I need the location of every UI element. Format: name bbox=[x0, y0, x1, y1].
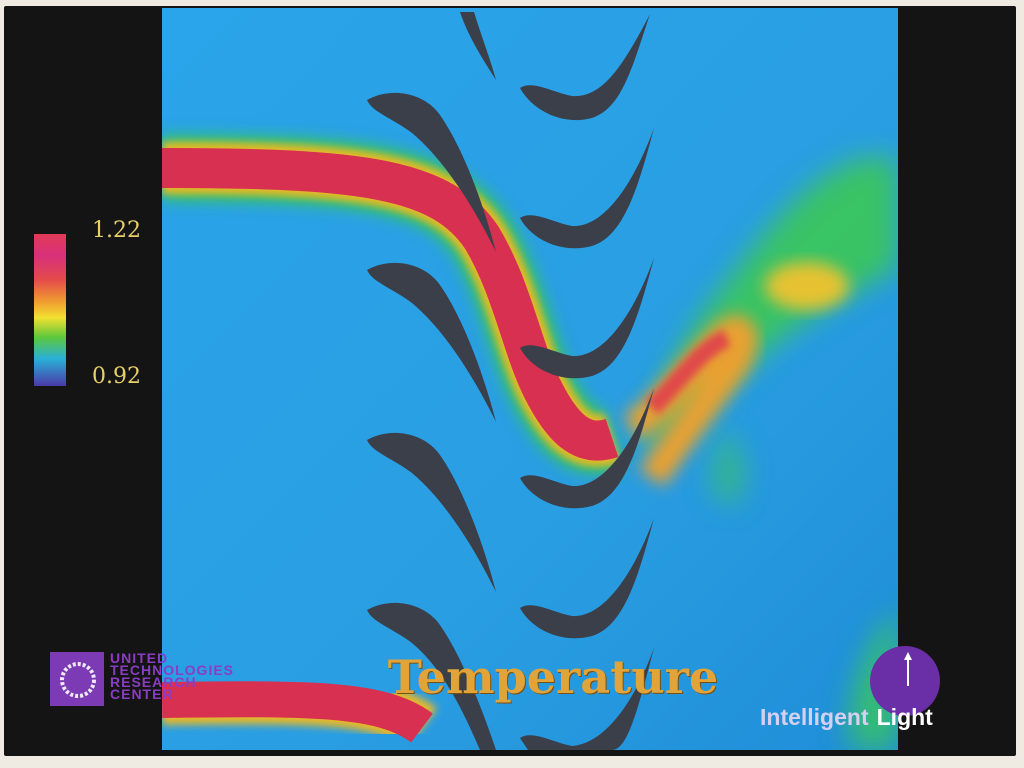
simulation-graphic bbox=[162, 8, 898, 750]
intelligent-light-logo-text: Intelligent Light bbox=[760, 704, 933, 731]
color-scale-bar bbox=[34, 234, 66, 386]
temperature-simulation-field bbox=[162, 8, 898, 750]
scale-max-label: 1.22 bbox=[92, 218, 141, 243]
scale-min-label: 0.92 bbox=[92, 364, 141, 389]
il-word-1: Intelligent bbox=[760, 704, 869, 730]
photo-frame: 1.22 0.92 UNITED TECHNOLOGIES RESEARCH C… bbox=[0, 0, 1024, 768]
yellow-wake-blob bbox=[765, 262, 849, 310]
temperature-title: Temperature bbox=[387, 650, 719, 704]
il-word-2: Light bbox=[876, 704, 933, 730]
utrc-logo-text: UNITED TECHNOLOGIES RESEARCH CENTER bbox=[110, 651, 270, 701]
swirl-logo-icon bbox=[50, 652, 104, 706]
